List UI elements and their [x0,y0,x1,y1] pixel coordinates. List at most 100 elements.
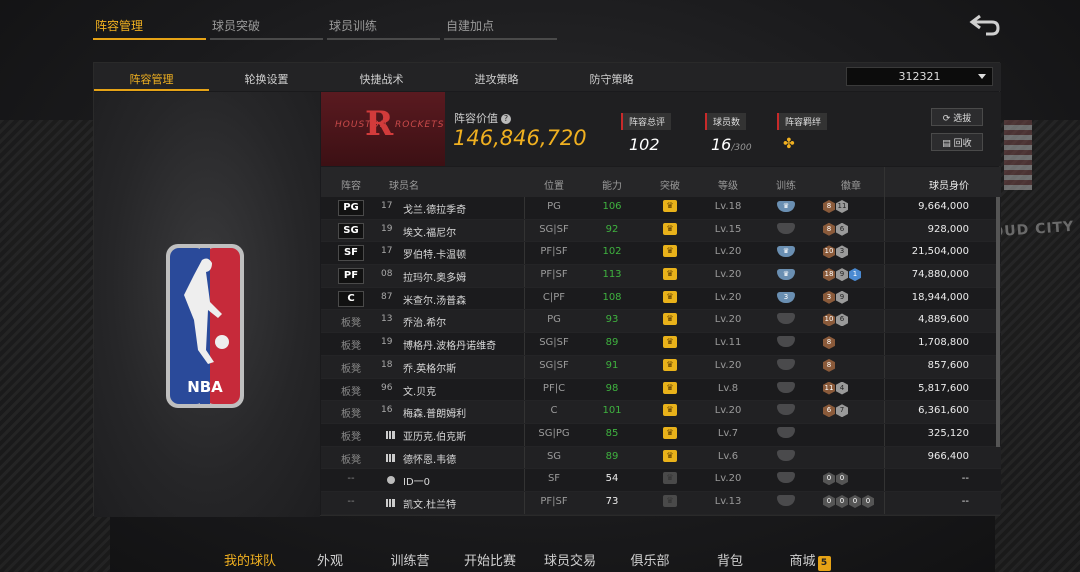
badge-icon[interactable]: 8 [823,358,835,372]
training-shield-icon[interactable]: ♛ [777,201,795,212]
tab-player-breakthrough[interactable]: 球员突破 [210,12,323,40]
badge-icon[interactable]: 10 [823,245,835,259]
crown-icon[interactable]: ♛ [663,222,677,235]
table-row[interactable]: 板凳 19 博格丹.波格丹诺维奇 SG|SF 89 ♛ Lv.11 8 1,708,800 [321,333,1001,356]
training-shield-icon[interactable] [777,313,795,325]
training-shield-icon[interactable] [777,404,795,416]
training-shield-icon[interactable] [777,222,795,234]
badge-icon[interactable]: 8 [823,200,835,213]
help-icon[interactable]: ? [501,114,511,124]
nav-shop[interactable]: 商城 5 [770,550,850,571]
tab-custom-points[interactable]: 自建加点 [444,12,557,40]
player-name[interactable]: 乔治.希尔 [403,310,525,333]
player-name[interactable]: 德怀恩.韦德 [403,446,525,469]
table-scrollbar[interactable] [996,197,1000,447]
nav-club[interactable]: 俱乐部 [610,550,690,571]
badge-icon[interactable]: 4 [836,381,848,395]
bond-icon[interactable]: ✤ [777,136,827,152]
badge-icon[interactable]: 9 [836,290,848,304]
badge-icon[interactable]: 3 [836,245,848,259]
nav-player-trade[interactable]: 球员交易 [530,550,610,571]
crown-icon[interactable]: ♛ [663,268,677,281]
badge-icon[interactable]: 3 [823,290,835,304]
training-shield-icon[interactable]: 3 [777,291,795,303]
table-row[interactable]: 板凳 13 乔治.希尔 PG 93 ♛ Lv.20 10 6 4,889,600 [321,310,1001,334]
player-name[interactable]: 文.贝克 [403,378,525,401]
player-name[interactable]: 埃文.福尼尔 [403,219,525,242]
crown-icon[interactable]: ♛ [663,245,677,258]
player-name[interactable]: 亚历克.伯克斯 [403,423,525,446]
training-shield-icon[interactable] [777,358,795,370]
training-shield-icon[interactable]: ♛ [777,269,795,281]
training-shield-icon[interactable] [777,336,795,348]
crown-icon[interactable]: ♛ [663,200,677,212]
crown-icon[interactable]: ♛ [663,449,677,462]
player-name[interactable]: 梅森.普朗姆利 [403,401,525,423]
player-name[interactable]: 乔.英格尔斯 [403,355,525,378]
crown-icon[interactable]: ♛ [663,313,677,326]
subtab-lineup[interactable]: 阵容管理 [94,63,209,91]
badge-icon[interactable]: 11 [823,381,835,395]
player-name[interactable]: 米查尔.汤普森 [403,287,525,310]
table-row[interactable]: 板凳 16 梅森.普朗姆利 C 101 ♛ Lv.20 6 7 6,361,600 [321,401,1001,424]
nav-appearance[interactable]: 外观 [290,550,370,571]
badge-icon[interactable]: 6 [836,313,848,327]
player-name[interactable]: 戈兰.德拉季奇 [403,197,525,219]
badge-icon[interactable]: 0 [836,494,848,508]
subtab-rotation[interactable]: 轮换设置 [209,63,324,91]
badge-icon[interactable]: 7 [836,404,848,418]
badge-icon[interactable]: 0 [836,472,848,486]
table-row[interactable]: SF 17 罗伯特.卡温顿 PF|SF 102 ♛ Lv.20 ♛ 10 3 21,504,000 [321,242,1001,266]
subtab-offense[interactable]: 进攻策略 [439,63,554,91]
recycle-button[interactable]: ▤ 回收 [931,133,983,151]
player-name[interactable]: ID一0 [403,469,525,491]
table-row[interactable]: 板凳 亚历克.伯克斯 SG|PG 85 ♛ Lv.7 325,120 [321,423,1001,447]
training-shield-icon[interactable] [777,381,795,393]
training-shield-icon[interactable] [777,449,795,461]
table-row[interactable]: -- 凯文.杜兰特 PF|SF 73 ♛ Lv.13 0 0 0 0 -- [321,491,1001,515]
crown-icon[interactable]: ♛ [663,381,677,394]
badge-icon[interactable]: 18 [823,268,835,282]
table-row[interactable]: 板凳 96 文.贝克 PF|C 98 ♛ Lv.8 11 4 5,817,600 [321,378,1001,402]
badge-icon[interactable]: 0 [849,494,861,508]
badge-icon[interactable]: 9 [836,268,848,282]
nav-my-team[interactable]: 我的球队 [210,550,290,571]
player-name[interactable]: 博格丹.波格丹诺维奇 [403,333,525,355]
training-shield-icon[interactable] [777,472,795,484]
tab-lineup-management[interactable]: 阵容管理 [93,12,206,40]
badge-icon[interactable]: 0 [862,494,874,508]
badge-icon[interactable]: 0 [823,472,835,486]
training-shield-icon[interactable] [777,494,795,506]
back-icon[interactable] [968,12,1002,36]
training-shield-icon[interactable]: ♛ [777,246,795,258]
subtab-tactics[interactable]: 快捷战术 [324,63,439,91]
badge-icon[interactable]: 8 [823,222,835,236]
subtab-defense[interactable]: 防守策略 [554,63,669,91]
select-button[interactable]: ⟳ 选拔 [931,108,983,126]
training-shield-icon[interactable] [777,426,795,438]
team-select-dropdown[interactable]: 312321 [846,67,993,86]
crown-icon[interactable]: ♛ [663,494,677,507]
table-row[interactable]: C 87 米查尔.汤普森 C|PF 108 ♛ Lv.20 3 3 9 18,944,000 [321,287,1001,311]
table-row[interactable]: -- ID一0 SF 54 ♛ Lv.20 0 0 -- [321,469,1001,492]
badge-icon[interactable]: 10 [823,313,835,327]
nav-start-game[interactable]: 开始比赛 [450,550,530,571]
table-row[interactable]: 板凳 德怀恩.韦德 SG 89 ♛ Lv.6 966,400 [321,446,1001,470]
crown-icon[interactable]: ♛ [663,404,677,417]
badge-icon[interactable]: 6 [836,222,848,236]
nav-backpack[interactable]: 背包 [690,550,770,571]
crown-icon[interactable]: ♛ [663,426,677,439]
player-name[interactable]: 拉玛尔.奥多姆 [403,265,525,287]
badge-icon[interactable]: 6 [823,404,835,418]
table-row[interactable]: PF 08 拉玛尔.奥多姆 PF|SF 113 ♛ Lv.20 ♛ 18 9 1 74,880,000 [321,265,1001,288]
tab-player-training[interactable]: 球员训练 [327,12,440,40]
badge-icon[interactable]: 11 [836,200,848,213]
crown-icon[interactable]: ♛ [663,290,677,303]
badge-icon[interactable]: 8 [823,336,835,350]
badge-icon[interactable]: 1 [849,268,861,282]
player-name[interactable]: 罗伯特.卡温顿 [403,242,525,265]
crown-icon[interactable]: ♛ [663,472,677,485]
table-row[interactable]: SG 19 埃文.福尼尔 SG|SF 92 ♛ Lv.15 8 6 928,000 [321,219,1001,243]
badge-icon[interactable]: 0 [823,494,835,508]
crown-icon[interactable]: ♛ [663,358,677,371]
